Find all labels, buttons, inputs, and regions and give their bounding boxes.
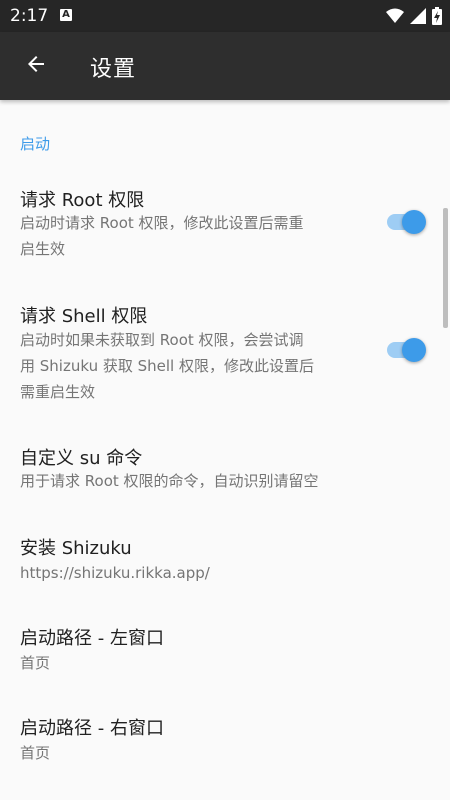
pref-start-path-left[interactable]: 启动路径 - 左窗口 首页 (0, 610, 440, 682)
section-header-startup: 启动 (20, 135, 51, 153)
pref-summary-line: 需重启生效 (20, 383, 96, 401)
scrollbar[interactable] (443, 208, 448, 328)
switch-thumb (402, 210, 426, 234)
app-bar: 设置 (0, 32, 450, 100)
pref-title: 启动路径 - 左窗口 (20, 628, 164, 649)
request-shell-switch[interactable] (385, 335, 427, 365)
page-title: 设置 (90, 57, 137, 82)
pref-custom-su-command[interactable]: 自定义 su 命令 用于请求 Root 权限的命令，自动识别请留空 (0, 430, 440, 502)
pref-summary-line: 用 Shizuku 获取 Shell 权限，修改此设置后 (20, 357, 314, 375)
pref-summary-line: 启动时请求 Root 权限，修改此设置后需重 (20, 214, 304, 232)
status-icons (386, 7, 442, 29)
pref-title: 安装 Shizuku (20, 538, 132, 559)
pref-title: 请求 Shell 权限 (20, 306, 148, 327)
pref-summary-line: 启生效 (20, 240, 66, 258)
wifi-icon (386, 8, 404, 28)
switch-thumb (402, 338, 426, 362)
pref-summary-line: 启动时如果未获取到 Root 权限，会尝试调 (20, 331, 304, 349)
settings-list[interactable]: 启动 请求 Root 权限 启动时请求 Root 权限，修改此设置后需重 启生效… (0, 100, 450, 800)
back-button[interactable] (12, 42, 60, 90)
pref-start-path-right[interactable]: 启动路径 - 右窗口 首页 (0, 700, 440, 772)
status-bar: 2:17 A (0, 0, 450, 32)
signal-icon (410, 8, 426, 28)
pref-summary-line: 首页 (20, 654, 51, 672)
pref-request-shell[interactable]: 请求 Shell 权限 启动时如果未获取到 Root 权限，会尝试调 用 Shi… (0, 290, 440, 414)
pref-summary-line: 首页 (20, 744, 51, 762)
notification-a-icon: A (60, 9, 72, 21)
status-time: 2:17 (10, 6, 49, 26)
pref-title: 自定义 su 命令 (20, 448, 143, 469)
pref-request-root[interactable]: 请求 Root 权限 启动时请求 Root 权限，修改此设置后需重 启生效 (0, 170, 440, 270)
pref-summary-line: 用于请求 Root 权限的命令，自动识别请留空 (20, 472, 319, 490)
pref-install-shizuku[interactable]: 安装 Shizuku https://shizuku.rikka.app/ (0, 520, 440, 592)
pref-title: 启动路径 - 右窗口 (20, 718, 164, 739)
battery-charging-icon (432, 7, 442, 29)
arrow-back-icon (24, 52, 48, 80)
pref-summary-line: https://shizuku.rikka.app/ (20, 564, 210, 582)
pref-title: 请求 Root 权限 (20, 190, 145, 211)
request-root-switch[interactable] (385, 207, 427, 237)
